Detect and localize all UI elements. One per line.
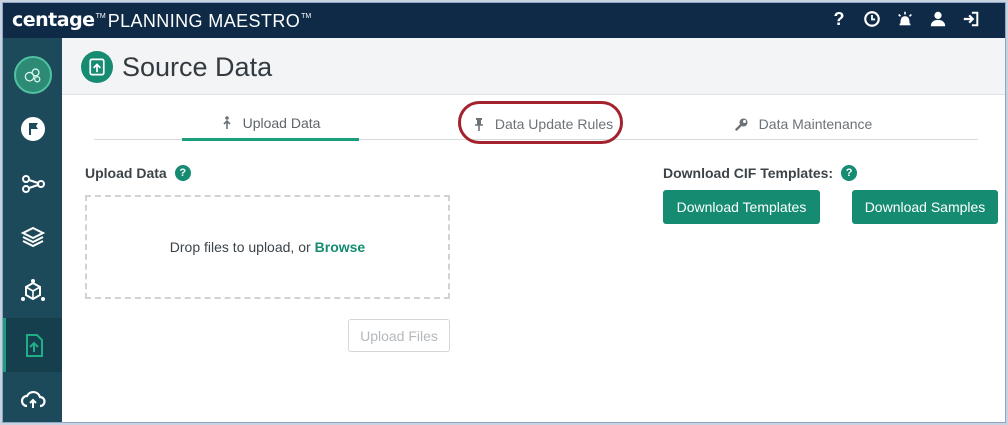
sidebar-item-layers[interactable]: [3, 210, 62, 264]
sidebar-item-model[interactable]: [3, 264, 62, 318]
brand-name: centage: [12, 9, 95, 31]
help-icon[interactable]: ?: [829, 9, 849, 29]
download-help-icon[interactable]: ?: [841, 165, 858, 181]
download-cif-section-label: Download CIF Templates: ?: [663, 165, 858, 181]
logout-icon[interactable]: [961, 9, 981, 29]
source-data-icon: [81, 51, 113, 83]
browse-link[interactable]: Browse: [315, 239, 366, 255]
upload-files-button[interactable]: Upload Files: [348, 319, 450, 352]
upload-arrow-icon: [223, 115, 231, 129]
logo-icon: [13, 56, 52, 94]
download-templates-button[interactable]: Download Templates: [663, 190, 820, 224]
help-glyph: ?: [833, 8, 845, 29]
upload-data-section-label: Upload Data ?: [85, 165, 191, 181]
clock-icon[interactable]: [862, 9, 882, 29]
top-bar: centage TM PLANNING MAESTRO TM ?: [3, 3, 1005, 38]
sidebar-item-flag[interactable]: [3, 102, 62, 156]
upload-help-icon[interactable]: ?: [174, 165, 191, 181]
share-nodes-icon: [21, 175, 45, 193]
top-bar-actions: ?: [829, 9, 981, 29]
sidebar-item-home[interactable]: [3, 48, 62, 102]
layers-icon: [20, 226, 45, 248]
tab-upload-data-label: Upload Data: [242, 114, 321, 131]
sidebar-item-connections[interactable]: [3, 156, 62, 210]
sidebar-item-cloud[interactable]: [3, 372, 62, 422]
download-samples-button[interactable]: Download Samples: [852, 190, 998, 224]
tab-upload-data[interactable]: Upload Data: [182, 107, 359, 141]
tab-data-maintenance-label: Data Maintenance: [758, 115, 873, 132]
upload-file-icon: [26, 334, 43, 357]
product-name: PLANNING MAESTRO: [107, 11, 301, 31]
tab-data-maintenance[interactable]: Data Maintenance: [731, 107, 876, 140]
cloud-upload-icon: [20, 390, 46, 408]
flag-icon: [20, 117, 45, 141]
app-window: centage TM PLANNING MAESTRO TM ? Source …: [2, 2, 1006, 423]
file-dropzone[interactable]: Drop files to upload, or Browse: [85, 195, 450, 299]
sidebar-item-source-data[interactable]: [3, 318, 62, 372]
pin-icon: [474, 117, 483, 131]
page-title: Source Data: [122, 52, 273, 82]
alarm-icon[interactable]: [895, 9, 915, 29]
product-trademark: TM: [301, 13, 312, 20]
page-header: Source Data: [62, 38, 1005, 95]
download-cif-label: Download CIF Templates:: [663, 165, 834, 181]
sidebar: [3, 38, 62, 422]
model-cube-icon: [20, 279, 45, 301]
tab-data-update-rules-label: Data Update Rules: [494, 115, 614, 132]
brand-trademark: TM: [95, 13, 106, 20]
user-icon[interactable]: [928, 9, 948, 29]
dropzone-text: Drop files to upload, or: [169, 239, 311, 255]
wrench-icon: [734, 118, 748, 131]
tab-data-update-rules[interactable]: Data Update Rules: [468, 107, 618, 140]
upload-data-label: Upload Data: [85, 165, 167, 181]
brand-logo[interactable]: centage TM PLANNING MAESTRO TM: [12, 9, 313, 33]
